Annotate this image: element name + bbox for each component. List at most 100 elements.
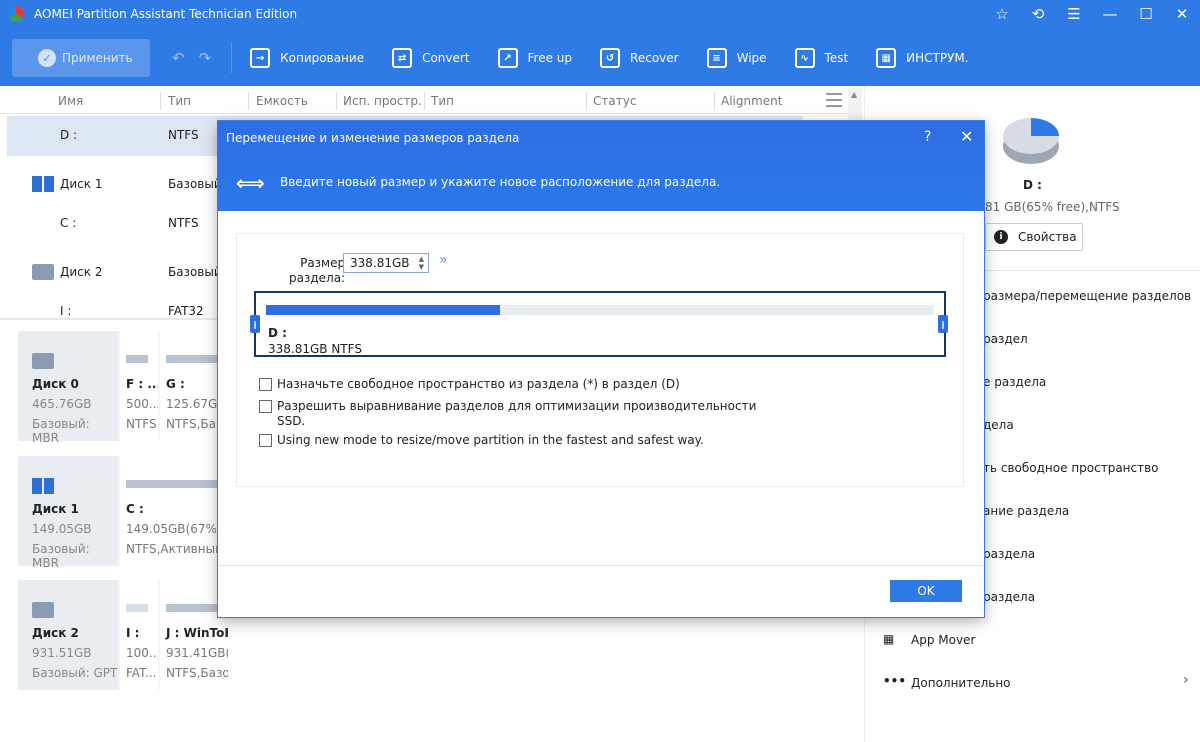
row-name: D : [60, 128, 78, 142]
disk-summary[interactable]: Диск 2 931.51GB Базовый: GPT [18, 580, 118, 690]
op-free-space[interactable]: ть свободное пространство [983, 461, 1159, 475]
col-fs-type[interactable]: Тип [168, 94, 191, 108]
app-title: AOMEI Partition Assistant Technician Edi… [34, 7, 298, 21]
row-type: Базовый [168, 177, 222, 191]
right-resize-handle[interactable]: ‖ [938, 315, 948, 333]
checkbox[interactable] [259, 434, 272, 447]
advanced-toggle-icon[interactable]: » [439, 252, 448, 268]
col-type[interactable]: Тип [431, 94, 454, 108]
disk-card-2[interactable]: Диск 2 931.51GB Базовый: GPT I : 100... … [18, 580, 228, 690]
checkbox[interactable] [259, 378, 272, 391]
partition-block[interactable]: C : 149.05GB(67% free) NTFS,Активный [120, 456, 228, 566]
disk-name: Диск 1 [32, 502, 79, 516]
help-icon[interactable]: ? [924, 129, 931, 145]
checkbox[interactable] [259, 400, 272, 413]
refresh-icon[interactable]: ⟲ [1020, 0, 1056, 28]
partition-info: 100... [126, 646, 158, 660]
partition-resize-box[interactable]: ‖ ‖ D : 338.81GB NTFS [250, 291, 948, 357]
disk-drive-icon [32, 353, 54, 369]
partition-track[interactable] [266, 305, 934, 315]
op-app-mover[interactable]: App Mover [911, 633, 975, 647]
toolbar-tools[interactable]: ▦ ИНСТРУМ. [876, 48, 969, 68]
header-divider [248, 92, 249, 110]
op-partition-3[interactable]: дела [983, 418, 1014, 432]
menu-icon[interactable]: ☰ [1056, 0, 1092, 28]
option-ssd-alignment[interactable]: Разрешить выравнивание разделов для опти… [259, 399, 756, 429]
spinner-arrows-icon[interactable]: ▲ ▼ [419, 255, 424, 271]
maximize-button[interactable]: ☐ [1128, 0, 1164, 28]
option-allocate-free-space[interactable]: Назначьте свободное пространство из разд… [259, 377, 680, 392]
partition-fs: FAT... [126, 666, 157, 680]
partition-name: F : ... [126, 377, 158, 391]
close-window-button[interactable]: ✕ [1164, 0, 1200, 28]
op-partition-4[interactable]: ание раздела [983, 504, 1069, 518]
redo-icon[interactable]: ↷ [199, 49, 212, 67]
op-partition-1[interactable]: раздел [983, 332, 1028, 346]
disk-size: 465.76GB [32, 397, 92, 411]
properties-label: Свойства [1018, 230, 1077, 244]
toolbar-wipe[interactable]: ≡ Wipe [706, 48, 767, 68]
partition-name: I : [126, 626, 140, 640]
op-partition-2[interactable]: е раздела [983, 375, 1046, 389]
size-label-line2: раздела: [289, 271, 346, 285]
disk-name: Диск 2 [32, 626, 79, 640]
partition-size-input[interactable]: 338.81GB ▲ ▼ [343, 253, 429, 273]
chevron-right-icon[interactable]: › [1183, 672, 1189, 688]
close-icon[interactable]: ✕ [960, 127, 973, 146]
column-menu-icon[interactable] [826, 93, 842, 107]
op-resize-move[interactable]: размера/перемещение разделов [983, 289, 1191, 303]
properties-button[interactable]: i Свойства [985, 223, 1083, 251]
dialog-instruction: Введите новый размер и укажите новое рас… [280, 175, 721, 189]
toolbar-recover[interactable]: ↺ Recover [600, 48, 679, 68]
left-resize-handle[interactable]: ‖ [250, 315, 260, 333]
partition-info: 500... [126, 397, 158, 411]
partition-fs: NTFS [126, 417, 157, 431]
minimize-button[interactable]: — [1092, 0, 1128, 28]
col-capacity[interactable]: Емкость [256, 94, 308, 108]
undo-icon[interactable]: ↶ [172, 49, 185, 67]
disk-summary[interactable]: Диск 0 465.76GB Базовый: MBR [18, 331, 118, 445]
disk-size: 149.05GB [32, 522, 92, 536]
toolbar-test[interactable]: ∿ Test [794, 48, 848, 68]
op-partition-5[interactable]: раздела [983, 547, 1035, 561]
partition-info: 149.05GB(67% free) [126, 522, 228, 536]
col-used-space[interactable]: Исп. простр. [343, 94, 422, 108]
toolbar-convert[interactable]: ⇄ Convert [392, 48, 470, 68]
partition-usage-bar [126, 355, 148, 363]
favorite-icon[interactable]: ☆ [984, 0, 1020, 28]
toolbar-separator [231, 43, 233, 73]
info-icon: i [994, 230, 1008, 244]
app-logo-icon [8, 6, 24, 22]
header-divider [424, 92, 425, 110]
partition-block[interactable]: F : ... 500... NTFS [120, 331, 158, 441]
selected-drive-info: 81 GB(65% free),NTFS [985, 200, 1120, 214]
wipe-icon: ≡ [706, 48, 727, 68]
toolbar-copy[interactable]: → Копирование [250, 48, 364, 68]
col-status[interactable]: Статус [593, 94, 636, 108]
recover-icon: ↺ [600, 48, 621, 68]
disk-icon [32, 176, 54, 192]
disk-card-0[interactable]: Диск 0 465.76GB Базовый: MBR F : ... 500… [18, 331, 228, 445]
partition-block[interactable]: I : 100... FAT... [120, 580, 158, 690]
row-name: I : [60, 304, 72, 318]
row-name: Диск 2 [60, 265, 103, 279]
header-divider [336, 92, 337, 110]
option-new-mode[interactable]: Using new mode to resize/move partition … [259, 433, 704, 448]
option-label: Назначьте свободное пространство из разд… [277, 377, 680, 391]
check-icon: ✓ [38, 49, 56, 67]
option-label: Разрешить выравнивание разделов для опти… [277, 399, 757, 413]
op-partition-6[interactable]: раздела [983, 590, 1035, 604]
col-name[interactable]: Имя [58, 94, 83, 108]
col-alignment[interactable]: Alignment [721, 94, 782, 108]
op-more[interactable]: Дополнительно [911, 676, 1011, 690]
disk-summary[interactable]: Диск 1 149.05GB Базовый: MBR [18, 456, 118, 570]
partition-info: 931.41GB(54% free) [166, 646, 228, 660]
disk-card-1[interactable]: Диск 1 149.05GB Базовый: MBR C : 149.05G… [18, 456, 228, 570]
apply-button[interactable]: ✓ Применить [12, 39, 150, 77]
row-name: C : [60, 216, 77, 230]
toolbar-free-up[interactable]: ↗ Free up [497, 48, 572, 68]
ok-button[interactable]: OK [890, 580, 962, 602]
scroll-up-icon[interactable]: ▲ [851, 90, 857, 99]
row-type: Базовый [168, 265, 222, 279]
dialog-footer-divider [218, 565, 984, 566]
